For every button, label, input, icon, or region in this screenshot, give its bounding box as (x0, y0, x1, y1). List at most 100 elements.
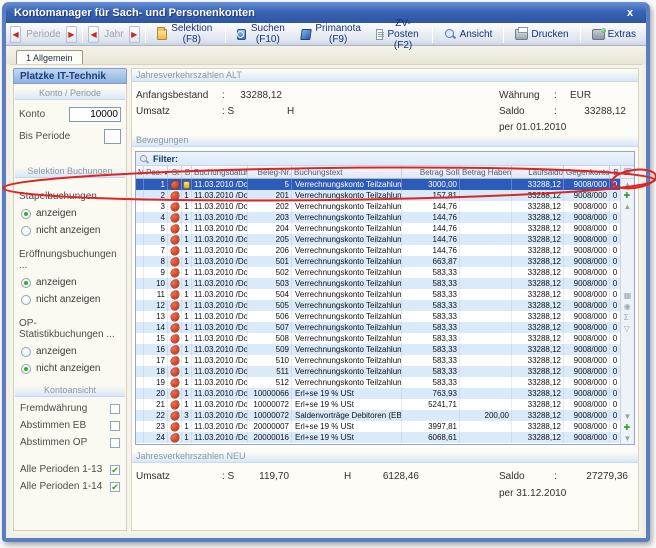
cell-b2: 0 (610, 344, 620, 355)
cell-gegenkonto: 9008/000 (564, 344, 610, 355)
table-row[interactable]: 5111.03.2010 /Do204Verrechnungskonto Tei… (136, 223, 620, 234)
ansicht-button[interactable]: Ansicht (438, 25, 499, 44)
cell-b2: 0 (610, 201, 620, 212)
sum-icon[interactable]: Σ (624, 312, 632, 323)
table-row[interactable]: 24111.03.2010 /Do20000016Erl+se 19 % USt… (136, 432, 620, 443)
titlebar: Kontomanager für Sach- und Personenkonte… (6, 2, 646, 23)
table-row[interactable]: 10111.03.2010 /Do503Verrechnungskonto Te… (136, 278, 620, 289)
extras-button[interactable]: Extras (586, 25, 642, 44)
table-row[interactable]: 17111.03.2010 /Do510Verrechnungskonto Te… (136, 355, 620, 366)
radio-eroeffnung-anzeigen[interactable] (21, 278, 31, 288)
table-row[interactable]: 6111.03.2010 /Do205Verrechnungskonto Tei… (136, 234, 620, 245)
table-row[interactable]: 19111.03.2010 /Do512Verrechnungskonto Te… (136, 377, 620, 388)
scroll-up-icon[interactable]: ▲ (624, 201, 632, 212)
close-button[interactable]: x (622, 7, 638, 19)
column-header-gegenkonto[interactable]: Gegenkonto (564, 166, 610, 178)
konto-input[interactable] (69, 107, 121, 122)
cell-betrag-haben (460, 366, 512, 377)
radio-eroeffnung-nicht-anzeigen[interactable] (21, 295, 31, 305)
periode-prev-button[interactable]: ◀ (10, 26, 21, 43)
scroll-last-icon[interactable]: ▼ (624, 433, 632, 444)
zv-posten-button[interactable]: ZV-Posten (F2) (370, 25, 426, 44)
selektion-button[interactable]: Selektion (F8) (151, 25, 220, 44)
checkbox-abstimmen-op[interactable] (110, 438, 120, 448)
table-row[interactable]: 15111.03.2010 /Do508Verrechnungskonto Te… (136, 333, 620, 344)
column-header-betrag-haben[interactable]: Betrag Haben (460, 166, 512, 178)
table-row[interactable]: 9111.03.2010 /Do502Verrechnungskonto Tei… (136, 267, 620, 278)
cell-buchungstext: Verrechnungskonto Teilzahlungen (292, 212, 402, 223)
table-row[interactable]: 3111.03.2010 /Do202Verrechnungskonto Tei… (136, 201, 620, 212)
table-row[interactable]: 13111.03.2010 /Do506Verrechnungskonto Te… (136, 311, 620, 322)
table-row[interactable]: 111.03.2010 /Do5Verrechnungskonto Teilza… (136, 179, 620, 190)
filter-bar[interactable]: Filter: (136, 152, 634, 166)
drucken-button[interactable]: Drucken (509, 25, 574, 44)
checkbox-alle-perioden-14[interactable]: ✔ (110, 482, 120, 492)
column-header-st[interactable]: St (168, 166, 182, 178)
column-header-beleg-nr-[interactable]: Beleg-Nr. (248, 166, 292, 178)
cell-gegenkonto: 9008/000 (564, 212, 610, 223)
column-header-laufsaldo[interactable]: Laufsaldo (512, 166, 564, 178)
periode-next-button[interactable]: ▶ (66, 26, 77, 43)
column-header-buchungstext[interactable]: Buchungstext (292, 166, 402, 178)
table-row[interactable]: 23111.03.2010 /Do20000007Erl+se 19 % USt… (136, 421, 620, 432)
table-row[interactable]: 22311.03.2010 /Do10000072Saldenvorträge … (136, 410, 620, 421)
cell-buchungsdatum: 11.03.2010 /Do (192, 278, 248, 289)
jahr-next-button[interactable]: ▶ (129, 26, 140, 43)
section-selektion-buchungen: Selektion Buchungen (15, 164, 125, 178)
tab-allgemein[interactable]: 1 Allgemein (16, 50, 83, 65)
stamp-icon (170, 202, 179, 211)
column-header-betrag-soll[interactable]: Betrag Soll (402, 166, 460, 178)
suchen-button[interactable]: Suchen (F10) (231, 25, 293, 44)
table-row[interactable]: 11111.03.2010 /Do504Verrechnungskonto Te… (136, 289, 620, 300)
cell-b2: 0 (610, 212, 620, 223)
table-row[interactable]: 20111.03.2010 /Do10000066Erl+se 19 % USt… (136, 388, 620, 399)
checkbox-fremdwaehrung[interactable] (110, 404, 120, 414)
table-row[interactable]: 12111.03.2010 /Do505Verrechnungskonto Te… (136, 300, 620, 311)
table-row[interactable]: 14111.03.2010 /Do507Verrechnungskonto Te… (136, 322, 620, 333)
columns-icon[interactable]: ▦ (624, 290, 632, 301)
table-row[interactable]: 16111.03.2010 /Do509Verrechnungskonto Te… (136, 344, 620, 355)
cell-laufsaldo: 33288,12 (512, 410, 564, 421)
insert-row-icon[interactable]: ✚ (624, 190, 632, 201)
cell-betrag-soll: 583,33 (402, 377, 460, 388)
checkbox-alle-perioden-13[interactable]: ✔ (110, 465, 120, 475)
radio-stapel-nicht-anzeigen[interactable] (21, 226, 31, 236)
table-row[interactable]: 4111.03.2010 /Do203Verrechnungskonto Tei… (136, 212, 620, 223)
jahr-prev-button[interactable]: ◀ (88, 26, 99, 43)
bis-periode-input[interactable] (104, 129, 121, 144)
cell-buchungstext: Verrechnungskonto Teilzahlungen (292, 223, 402, 234)
cell-betrag-soll: 763,93 (402, 388, 460, 399)
cell-marker (136, 278, 144, 289)
cell-beleg-nr: 505 (248, 300, 292, 311)
arrow-left-icon: ◀ (13, 30, 19, 39)
grid-select-icon[interactable]: ▣ (621, 166, 634, 179)
append-row-icon[interactable]: ✚ (624, 422, 632, 433)
scroll-first-icon[interactable]: ▲ (624, 179, 632, 190)
toolbar-separator (82, 26, 83, 43)
client-name-header: Platzke IT-Technik (13, 68, 127, 84)
column-header-b[interactable]: B (182, 166, 192, 178)
table-row[interactable]: 7111.03.2010 /Do206Verrechnungskonto Tei… (136, 245, 620, 256)
cell-b: 1 (182, 432, 192, 443)
table-row[interactable]: 18111.03.2010 /Do511Verrechnungskonto Te… (136, 366, 620, 377)
cell-laufsaldo: 33288,12 (512, 256, 564, 267)
neu-info-block: Umsatz : S 119,70 H 6128,46 Saldo : 2727… (132, 463, 638, 515)
cell-gegenkonto: 9008/000 (564, 179, 610, 190)
search-row-icon[interactable]: ◉ (624, 301, 632, 312)
radio-opstat-nicht-anzeigen[interactable] (21, 364, 31, 374)
table-row[interactable]: 2111.03.2010 /Do201Verrechnungskonto Tei… (136, 190, 620, 201)
table-row[interactable]: 21111.03.2010 /Do10000072Erl+se 19 % USt… (136, 399, 620, 410)
radio-stapel-anzeigen[interactable] (21, 209, 31, 219)
scroll-down-icon[interactable]: ▼ (624, 411, 632, 422)
cell-betrag-soll: 157,81 (402, 190, 460, 201)
column-header-b[interactable]: B (610, 166, 620, 178)
filter-funnel-icon[interactable]: ▽ (624, 323, 632, 334)
primanota-button[interactable]: Primanota (F9) (295, 25, 369, 44)
column-header-pos-[interactable]: Pos.▼ (144, 166, 168, 178)
column-header-buchungsdatum[interactable]: Buchungsdatum (192, 166, 248, 178)
cell-beleg-nr: 205 (248, 234, 292, 245)
radio-opstat-anzeigen[interactable] (21, 347, 31, 357)
checkbox-abstimmen-eb[interactable] (110, 421, 120, 431)
table-row[interactable]: 8111.03.2010 /Do501Verrechnungskonto Tei… (136, 256, 620, 267)
column-header-m[interactable]: M (136, 166, 144, 178)
